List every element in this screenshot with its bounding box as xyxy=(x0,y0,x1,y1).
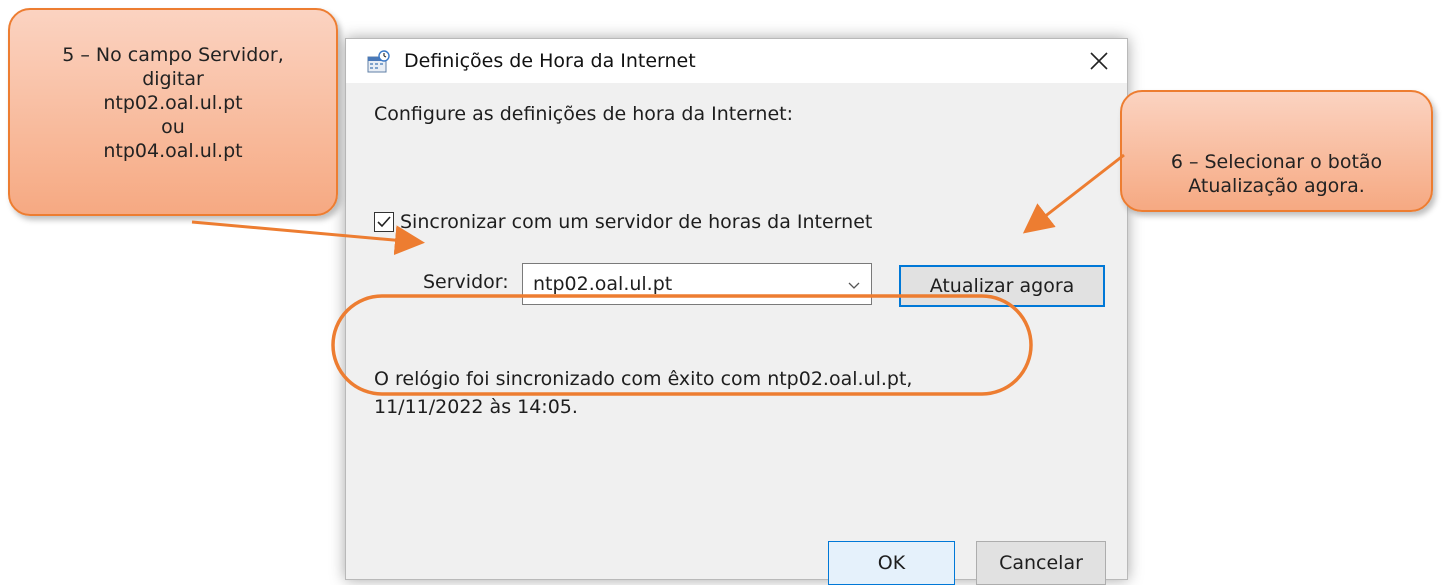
sync-option: Sincronizar com um servidor de horas da … xyxy=(374,211,872,233)
server-combobox[interactable]: ntp02.oal.ul.pt xyxy=(522,263,872,305)
callout-5-line-5: ntp04.oal.ul.pt xyxy=(103,140,243,162)
callout-5-line-3: ntp02.oal.ul.pt xyxy=(103,92,243,114)
chevron-down-icon[interactable] xyxy=(847,277,861,296)
server-value[interactable]: ntp02.oal.ul.pt xyxy=(533,273,672,295)
close-button[interactable] xyxy=(1071,39,1127,83)
callout-5-line-2: digitar xyxy=(142,68,204,90)
sync-checkbox-label[interactable]: Sincronizar com um servidor de horas da … xyxy=(400,211,872,233)
title-bar[interactable]: Definições de Hora da Internet xyxy=(346,39,1127,83)
intro-text: Configure as definições de hora da Inter… xyxy=(374,103,793,125)
callout-6-line-2: Atualização agora. xyxy=(1188,175,1365,197)
sync-status-text: O relógio foi sincronizado com êxito com… xyxy=(374,365,1024,421)
callout-5-line-1: 5 – No campo Servidor, xyxy=(62,44,284,66)
cancel-button[interactable]: Cancelar xyxy=(976,541,1106,585)
status-line-2: 11/11/2022 às 14:05. xyxy=(374,396,578,418)
internet-time-settings-dialog: Definições de Hora da Internet Configure… xyxy=(345,38,1128,585)
dialog-content: Configure as definições de hora da Inter… xyxy=(346,83,1127,585)
callout-6-line-1: 6 – Selecionar o botão xyxy=(1170,151,1383,173)
server-label: Servidor: xyxy=(423,271,509,293)
close-icon xyxy=(1090,52,1108,70)
callout-step-6: 6 – Selecionar o botão Atualização agora… xyxy=(1120,90,1433,212)
clock-globe-icon xyxy=(366,50,390,74)
callout-step-5: 5 – No campo Servidor, digitar ntp02.oal… xyxy=(8,8,338,216)
status-line-1: O relógio foi sincronizado com êxito com… xyxy=(374,368,913,390)
check-icon xyxy=(377,216,391,228)
update-now-button[interactable]: Atualizar agora xyxy=(899,265,1105,307)
callout-5-line-4: ou xyxy=(161,116,185,138)
ok-button[interactable]: OK xyxy=(828,541,955,585)
dialog-title: Definições de Hora da Internet xyxy=(404,50,696,72)
sync-checkbox[interactable] xyxy=(374,212,394,232)
